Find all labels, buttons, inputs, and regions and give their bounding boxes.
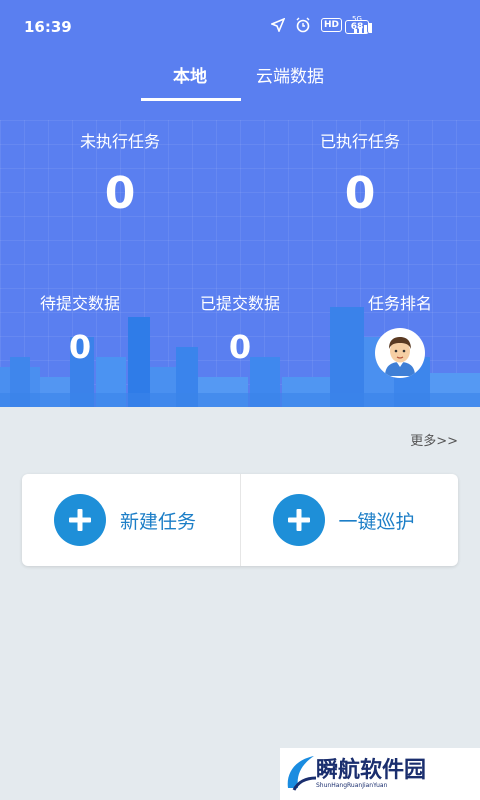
stat-value: 0 bbox=[68, 328, 92, 366]
stat-label: 待提交数据 bbox=[39, 294, 120, 313]
new-task-label: 新建任务 bbox=[120, 510, 197, 533]
user-avatar-icon bbox=[385, 337, 415, 376]
watermark-subtitle: ShunHangRuanJianYuan bbox=[316, 781, 388, 789]
location-icon bbox=[270, 17, 285, 32]
battery-icon: 68 bbox=[345, 20, 372, 34]
stat-value: 0 bbox=[228, 328, 252, 366]
status-time: 16:39 bbox=[24, 18, 72, 36]
watermark: 瞬航软件园 ShunHangRuanJianYuan bbox=[280, 748, 480, 800]
tab-cloud-data[interactable]: 云端数据 bbox=[240, 62, 340, 87]
stat-submitted[interactable]: 已提交数据 0 bbox=[180, 290, 300, 366]
stat-value: 0 bbox=[344, 168, 376, 219]
battery-level: 68 bbox=[350, 22, 364, 32]
stat-value: 0 bbox=[104, 168, 136, 219]
new-task-button[interactable]: 新建任务 bbox=[22, 474, 240, 566]
header-banner: 16:39 HD 5G 68 本地 云端数据 未执行任务 0 已执行任务 0 待… bbox=[0, 0, 480, 407]
stat-label: 已执行任务 bbox=[319, 132, 400, 151]
watermark-title: 瞬航软件园 bbox=[316, 757, 427, 783]
stat-unexecuted-tasks[interactable]: 未执行任务 0 bbox=[40, 128, 200, 219]
one-click-patrol-button[interactable]: 一键巡护 bbox=[241, 474, 459, 566]
stat-task-ranking[interactable]: 任务排名 bbox=[340, 290, 460, 378]
plus-icon bbox=[272, 494, 325, 546]
plus-icon bbox=[54, 494, 106, 546]
active-tab-indicator bbox=[141, 98, 241, 101]
stat-pending-submit[interactable]: 待提交数据 0 bbox=[20, 290, 140, 366]
avatar[interactable] bbox=[375, 328, 425, 378]
quick-actions-card: 新建任务 一键巡护 bbox=[22, 474, 458, 566]
tab-bar: 本地 云端数据 bbox=[140, 58, 340, 101]
status-bar: 16:39 HD 5G 68 bbox=[0, 0, 480, 56]
stat-label: 任务排名 bbox=[367, 294, 432, 313]
tab-local[interactable]: 本地 bbox=[140, 62, 240, 87]
watermark-logo-icon bbox=[287, 756, 317, 791]
alarm-icon bbox=[296, 17, 310, 32]
stat-label: 未执行任务 bbox=[79, 132, 160, 151]
hd-icon: HD bbox=[320, 17, 342, 32]
stat-label: 已提交数据 bbox=[199, 294, 280, 313]
stat-executed-tasks[interactable]: 已执行任务 0 bbox=[280, 128, 440, 219]
more-link[interactable]: 更多>> bbox=[410, 430, 458, 449]
one-click-patrol-label: 一键巡护 bbox=[338, 510, 415, 533]
